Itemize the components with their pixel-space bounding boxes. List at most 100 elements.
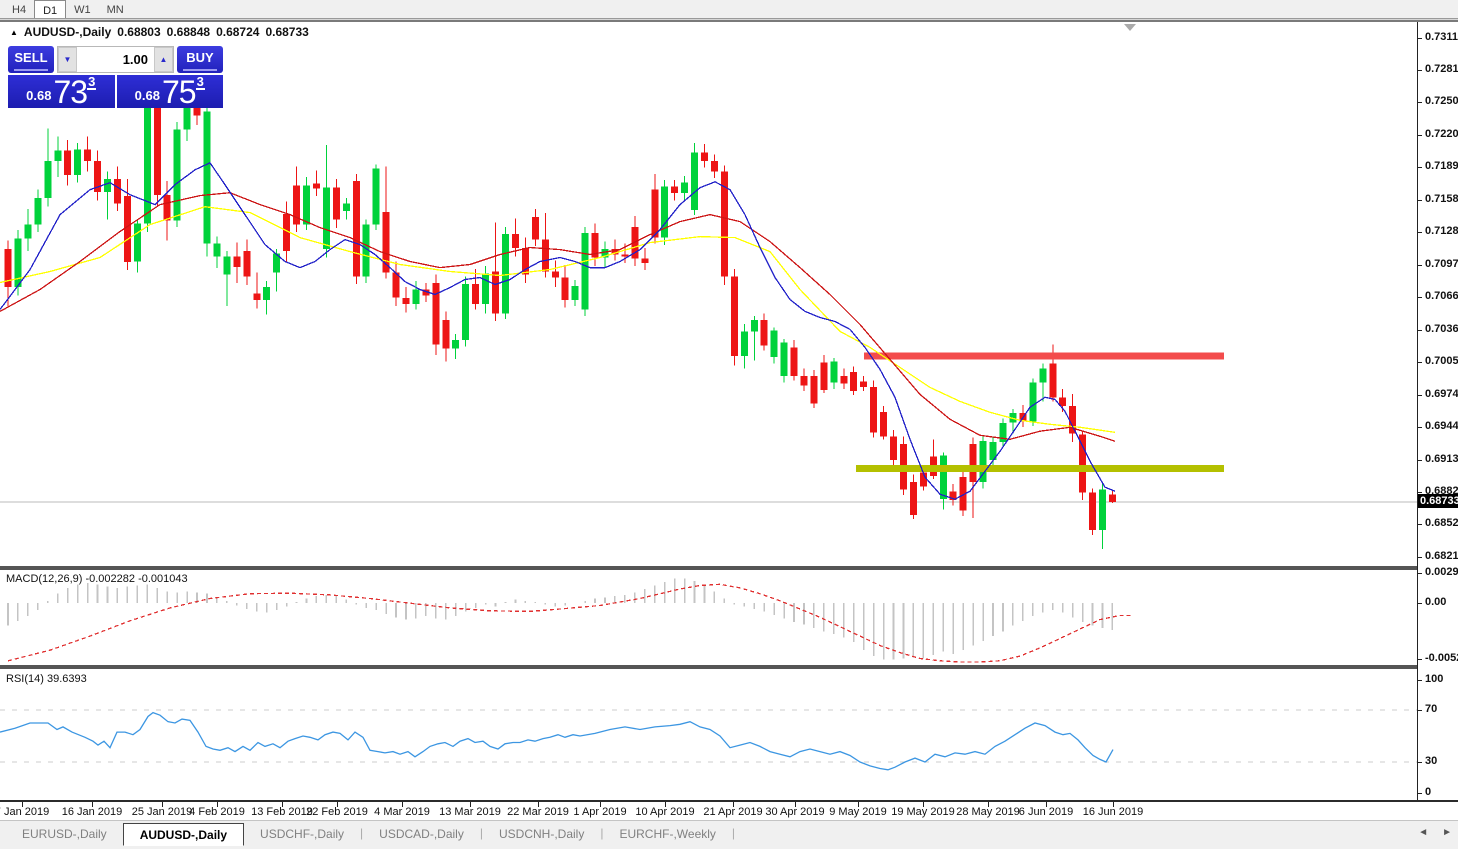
tab-audusd-daily[interactable]: AUDUSD-,Daily: [123, 823, 244, 846]
collapse-triangle-icon[interactable]: ▲: [10, 28, 18, 37]
trading-terminal-window: H4D1W1MN ▲ AUDUSD-,Daily 0.68803 0.68848…: [0, 0, 1458, 849]
date-axis-label: 22 Mar 2019: [507, 806, 569, 818]
price-axis-label: 0.69745: [1425, 388, 1458, 400]
date-axis-label: 21 Apr 2019: [703, 806, 762, 818]
pane-splitter-rsi[interactable]: [0, 665, 1417, 669]
rsi-label: RSI(14) 39.6393: [6, 673, 87, 685]
chart-shift-marker-icon[interactable]: [1124, 24, 1136, 31]
axis-tick: [1418, 135, 1422, 136]
ohlc-low: 0.68724: [216, 25, 259, 39]
axis-tick: [1418, 659, 1422, 660]
buy-price-main: 0.68: [135, 86, 160, 106]
tab-usdchf-daily[interactable]: USDCHF-,Daily: [244, 823, 360, 846]
axis-tick: [1418, 395, 1422, 396]
date-axis-label: 9 May 2019: [829, 806, 886, 818]
axis-tick: [1418, 492, 1422, 493]
horizontal-level-line[interactable]: [856, 465, 1224, 472]
tab-separator: |: [732, 823, 735, 846]
price-axis-label: 0.69130: [1425, 453, 1458, 465]
price-axis-label: 0.70050: [1425, 355, 1458, 367]
current-price-tag: 0.68733: [1418, 494, 1458, 508]
buy-price-big: 75: [162, 78, 196, 106]
axis-tick: [1418, 265, 1422, 266]
macd-axis-label: 0.002984: [1425, 566, 1458, 578]
date-axis-label: 25 Jan 2019: [132, 806, 193, 818]
axis-tick: [1418, 167, 1422, 168]
buy-button[interactable]: BUY: [177, 46, 223, 73]
price-axis-label: 0.70970: [1425, 258, 1458, 270]
time-axis[interactable]: 7 Jan 201916 Jan 201925 Jan 20194 Feb 20…: [0, 802, 1458, 820]
sell-price-main: 0.68: [26, 86, 51, 106]
chart-tab-bar: EURUSD-,DailyAUDUSD-,DailyUSDCHF-,Daily |…: [0, 820, 1458, 849]
timeframe-toolbar: H4D1W1MN: [0, 0, 1458, 19]
date-axis-label: 13 Feb 2019: [251, 806, 313, 818]
price-axis-label: 0.68520: [1425, 517, 1458, 529]
timeframe-button-mn[interactable]: MN: [99, 0, 132, 18]
volume-decrease-button[interactable]: ▼: [58, 47, 77, 72]
price-axis[interactable]: 0.731150.728100.725050.722000.718900.715…: [1417, 22, 1458, 800]
tab-usdcnh-daily[interactable]: USDCNH-,Daily: [483, 823, 600, 846]
ohlc-close: 0.68733: [265, 25, 308, 39]
date-axis-label: 19 May 2019: [891, 806, 955, 818]
sell-price-big: 73: [53, 78, 87, 106]
volume-increase-button[interactable]: ▲: [154, 47, 173, 72]
date-axis-label: 22 Feb 2019: [306, 806, 368, 818]
tab-usdcad-daily[interactable]: USDCAD-,Daily: [363, 823, 480, 846]
macd-label: MACD(12,26,9) -0.002282 -0.001043: [6, 573, 188, 585]
buy-price-display[interactable]: 0.68 75 3: [117, 75, 224, 108]
timeframe-button-w1[interactable]: W1: [66, 0, 99, 18]
ohlc-open: 0.68803: [117, 25, 160, 39]
axis-tick: [1418, 38, 1422, 39]
candles: [5, 90, 1116, 549]
timeframe-button-d1[interactable]: D1: [34, 0, 66, 18]
axis-tick: [1418, 603, 1422, 604]
axis-tick: [1418, 524, 1422, 525]
axis-tick: [1418, 330, 1422, 331]
tab-scroll-left-icon[interactable]: ◄: [1418, 827, 1428, 838]
price-axis-label: 0.73115: [1425, 31, 1458, 43]
price-axis-label: 0.70665: [1425, 290, 1458, 302]
rsi-axis-label: 70: [1425, 703, 1437, 715]
buy-price-pipette: 3: [196, 76, 205, 90]
axis-tick: [1418, 200, 1422, 201]
timeframe-button-h4[interactable]: H4: [4, 0, 34, 18]
macd-indicator-canvas[interactable]: [0, 571, 1417, 665]
rsi-axis-label: 100: [1425, 673, 1443, 685]
price-axis-label: 0.71280: [1425, 225, 1458, 237]
date-axis-label: 6 Jun 2019: [1019, 806, 1073, 818]
chart-title: ▲ AUDUSD-,Daily 0.68803 0.68848 0.68724 …: [10, 25, 309, 39]
tab-eurchf-weekly[interactable]: EURCHF-,Weekly: [603, 823, 731, 846]
one-click-trading-panel: SELL ▼ ▲ BUY 0.68 73 3 0.68 75 3: [8, 46, 223, 108]
macd-axis-label: 0.00: [1425, 596, 1446, 608]
date-axis-label: 7 Jan 2019: [0, 806, 49, 818]
sell-price-display[interactable]: 0.68 73 3: [8, 75, 115, 108]
date-axis-label: 10 Apr 2019: [635, 806, 694, 818]
pane-splitter-macd[interactable]: [0, 566, 1417, 570]
price-axis-label: 0.72505: [1425, 95, 1458, 107]
horizontal-level-line[interactable]: [864, 352, 1224, 359]
ohlc-high: 0.68848: [167, 25, 210, 39]
axis-tick: [1418, 102, 1422, 103]
chart-symbol-label: AUDUSD-,Daily: [24, 25, 111, 39]
volume-input[interactable]: [77, 47, 154, 72]
tab-scroll-right-icon[interactable]: ►: [1442, 827, 1452, 838]
price-axis-label: 0.72200: [1425, 128, 1458, 140]
axis-tick: [1418, 573, 1422, 574]
axis-tick: [1418, 460, 1422, 461]
tab-eurusd-daily[interactable]: EURUSD-,Daily: [6, 823, 123, 846]
axis-tick: [1418, 232, 1422, 233]
date-axis-label: 30 Apr 2019: [765, 806, 824, 818]
date-axis-label: 1 Apr 2019: [573, 806, 626, 818]
rsi-indicator-canvas[interactable]: [0, 670, 1417, 800]
sell-button[interactable]: SELL: [8, 46, 54, 73]
price-axis-label: 0.71585: [1425, 193, 1458, 205]
axis-tick: [1418, 710, 1422, 711]
axis-tick: [1418, 427, 1422, 428]
date-axis-label: 4 Feb 2019: [189, 806, 245, 818]
macd-axis-label: -0.005256: [1425, 652, 1458, 664]
axis-tick: [1418, 70, 1422, 71]
date-axis-label: 28 May 2019: [956, 806, 1020, 818]
price-axis-label: 0.72810: [1425, 63, 1458, 75]
price-axis-label: 0.68210: [1425, 550, 1458, 562]
axis-tick: [1418, 297, 1422, 298]
